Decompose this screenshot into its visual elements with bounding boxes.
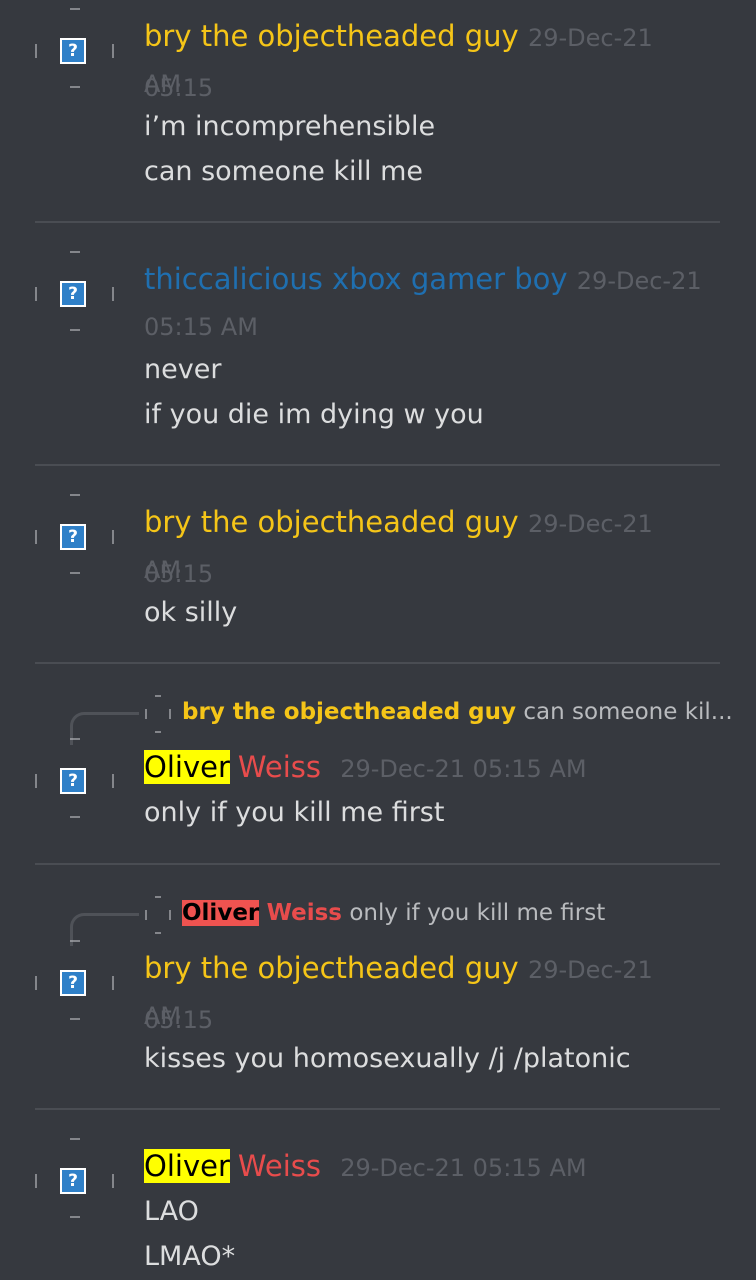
timestamp: 29-Dec-21 05:15 AM <box>340 755 587 783</box>
message-line: can someone kill me <box>144 156 424 187</box>
reply-avatar <box>145 896 171 936</box>
author-name[interactable]: bry the objectheaded guy <box>144 951 519 985</box>
author-name-first[interactable]: Oliver <box>144 750 230 784</box>
question-mark-icon: ? <box>60 1168 86 1194</box>
question-mark-icon: ? <box>60 970 86 996</box>
message-line: LAO <box>144 1196 199 1227</box>
avatar[interactable]: ? <box>35 738 117 820</box>
author-name-first[interactable]: Oliver <box>144 1149 230 1183</box>
message-line: LMAO* <box>144 1241 236 1272</box>
divider <box>35 221 720 223</box>
reply-text: Oliver Weiss only if you kill me first <box>182 893 605 933</box>
message-line: never <box>144 354 222 385</box>
reply-preview: can someone kil... <box>523 699 733 725</box>
author-name[interactable]: thiccalicious xbox gamer boy <box>144 262 568 296</box>
question-mark-icon: ? <box>60 768 86 794</box>
divider <box>35 863 720 865</box>
reply-text: bry the objectheaded guy can someone kil… <box>182 692 733 732</box>
message-line: i’m incomprehensible <box>144 111 436 142</box>
avatar[interactable]: ? <box>35 8 117 90</box>
avatar[interactable]: ? <box>35 940 117 1022</box>
reply-author[interactable]: bry the objectheaded guy <box>182 699 516 725</box>
avatar[interactable]: ? <box>35 1138 117 1220</box>
author-name-last[interactable]: Weiss <box>238 1149 321 1183</box>
reply-preview: only if you kill me first <box>349 900 606 926</box>
question-mark-icon: ? <box>60 281 86 307</box>
question-mark-icon: ? <box>60 524 86 550</box>
timestamp-cont: AM <box>144 556 182 584</box>
timestamp-cont: AM <box>144 70 182 98</box>
message-header: Oliver Weiss 29-Dec-21 05:15 AM <box>144 743 720 793</box>
timestamp: 29-Dec-21 <box>576 267 702 295</box>
avatar[interactable]: ? <box>35 251 117 333</box>
question-mark-icon: ? <box>60 38 86 64</box>
message-header: Oliver Weiss 29-Dec-21 05:15 AM <box>144 1142 720 1192</box>
message-header: thiccalicious xbox gamer boy 29-Dec-21 <box>144 255 720 305</box>
message-line: if you die im dying w you <box>144 399 484 430</box>
reply-author-last[interactable]: Weiss <box>267 900 342 926</box>
author-name[interactable]: bry the objectheaded guy <box>144 505 519 539</box>
divider <box>35 464 720 466</box>
reply-author-first[interactable]: Oliver <box>182 900 260 926</box>
reply-avatar <box>145 695 171 735</box>
timestamp-cont: 05:15 AM <box>144 313 258 341</box>
timestamp-cont: AM <box>144 1002 182 1030</box>
divider <box>35 662 720 664</box>
author-name[interactable]: bry the objectheaded guy <box>144 19 519 53</box>
timestamp: 29-Dec-21 05:15 AM <box>340 1154 587 1182</box>
message-line: ok silly <box>144 597 238 628</box>
divider <box>35 1108 720 1110</box>
message-line: only if you kill me first <box>144 797 445 828</box>
avatar[interactable]: ? <box>35 494 117 576</box>
author-name-last[interactable]: Weiss <box>238 750 321 784</box>
message-line: kisses you homosexually /j /platonic <box>144 1043 631 1074</box>
